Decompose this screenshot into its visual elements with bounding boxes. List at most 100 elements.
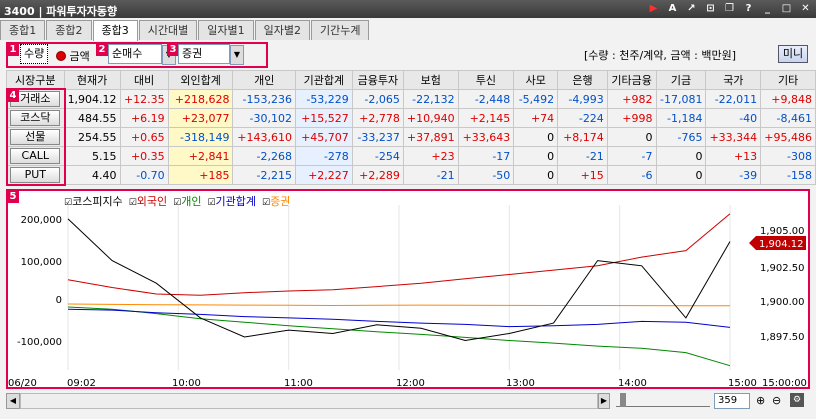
table-cell: 0 bbox=[513, 127, 559, 147]
scroll-right-button[interactable]: ▶ bbox=[598, 393, 610, 409]
help-icon[interactable]: ? bbox=[742, 2, 755, 15]
table-row[interactable]: CALL 5.15 +0.35 +2,841 -2,268 -278 -254 +23 -17 0… bbox=[6, 146, 816, 166]
table-cell: +15 bbox=[557, 165, 608, 185]
zoom-out-icon[interactable]: ⊖ bbox=[772, 394, 781, 407]
marker-5: 5 bbox=[7, 191, 19, 203]
tab-by-date1[interactable]: 일자별1 bbox=[198, 20, 254, 40]
table-cell: +33,643 bbox=[457, 127, 515, 147]
table-cell: +33,344 bbox=[705, 127, 762, 147]
table-cell: +45,707 bbox=[294, 127, 353, 147]
scroll-left-button[interactable]: ◀ bbox=[6, 393, 20, 409]
quantity-toggle[interactable]: 수량 bbox=[20, 44, 49, 64]
tab-by-time[interactable]: 시간대별 bbox=[138, 20, 198, 40]
chevron-down-icon[interactable]: ▼ bbox=[230, 45, 244, 65]
font-icon[interactable]: A bbox=[666, 2, 679, 15]
radio-icon[interactable] bbox=[56, 51, 66, 61]
zoom-slider-thumb[interactable] bbox=[620, 393, 626, 407]
table-cell: -5,492 bbox=[513, 89, 559, 109]
table-cell: +37,891 bbox=[402, 127, 459, 147]
table-cell: +2,778 bbox=[351, 108, 404, 128]
table-cell: -318,149 bbox=[167, 127, 234, 147]
investor-value[interactable]: 증권 bbox=[178, 44, 230, 64]
table-cell: -21 bbox=[557, 146, 608, 166]
legend-kospi-label: 코스피지수 bbox=[72, 195, 123, 208]
table-cell: +0.35 bbox=[119, 146, 169, 166]
marker-1: 1 bbox=[7, 44, 19, 56]
col-insurance: 보험 bbox=[402, 70, 459, 90]
zoom-in-icon[interactable]: ⊕ bbox=[756, 394, 765, 407]
unit-note: [수량 : 천주/계약, 금액 : 백만원] bbox=[584, 49, 736, 62]
table-cell: +0.65 bbox=[119, 127, 169, 147]
col-nation: 국가 bbox=[705, 70, 762, 90]
settings-icon[interactable]: ⚙ bbox=[790, 393, 804, 407]
net-buy-select[interactable]: 순매수▼ bbox=[108, 44, 176, 65]
table-cell: -1,184 bbox=[655, 108, 707, 128]
col-trust: 투신 bbox=[457, 70, 515, 90]
checkbox-icon[interactable]: ☑ bbox=[207, 198, 215, 208]
table-cell: -8,461 bbox=[760, 108, 816, 128]
net-buy-value[interactable]: 순매수 bbox=[108, 44, 162, 64]
col-bank: 은행 bbox=[557, 70, 608, 90]
table-cell: +6.19 bbox=[119, 108, 169, 128]
tab-summary2[interactable]: 종합2 bbox=[46, 20, 92, 40]
close-icon[interactable]: ✕ bbox=[799, 2, 812, 15]
table-cell: -2,268 bbox=[232, 146, 296, 166]
legend-sec[interactable]: ☑증권 bbox=[262, 193, 290, 209]
legend-kospi[interactable]: ☑코스피지수 bbox=[64, 193, 123, 209]
legend-inst-label: 기관합계 bbox=[215, 195, 257, 208]
table-cell: -22,132 bbox=[402, 89, 459, 109]
table-cell: -17 bbox=[457, 146, 515, 166]
marker-2: 2 bbox=[96, 44, 108, 56]
zoom-slider[interactable] bbox=[616, 395, 710, 407]
tab-bar: 종합1 종합2 종합3 시간대별 일자별1 일자별2 기간누계 bbox=[0, 20, 370, 41]
table-cell: -308 bbox=[760, 146, 816, 166]
table-header-row: 시장구분 현재가 대비 외인합계 개인 기관합계 금융투자 보험 투신 사모 은… bbox=[6, 70, 816, 90]
table-cell: 0 bbox=[655, 165, 707, 185]
tab-summary1[interactable]: 종합1 bbox=[0, 20, 46, 40]
tab-period-total[interactable]: 기간누계 bbox=[310, 20, 370, 40]
mini-button[interactable]: 미니 bbox=[778, 45, 808, 63]
table-cell: -53,229 bbox=[294, 89, 353, 109]
count-input[interactable]: 359 bbox=[714, 393, 750, 409]
amount-radio[interactable]: 금액 bbox=[56, 48, 90, 68]
table-cell: +143,610 bbox=[232, 127, 296, 147]
table-cell: -17,081 bbox=[655, 89, 707, 109]
table-row[interactable]: 코스닥 484.55 +6.19 +23,077 -30,102 +15,527 +2,77… bbox=[6, 108, 816, 128]
table-cell: +2,841 bbox=[167, 146, 234, 166]
tab-by-date2[interactable]: 일자별2 bbox=[254, 20, 310, 40]
table-cell: 1,904.12 bbox=[63, 89, 121, 109]
market-frame bbox=[6, 88, 66, 186]
legend-individual[interactable]: ☑개인 bbox=[173, 193, 201, 209]
maximize-icon[interactable]: □ bbox=[780, 2, 793, 15]
pin-icon[interactable]: ⊡ bbox=[704, 2, 717, 15]
investor-table: 시장구분 현재가 대비 외인합계 개인 기관합계 금융투자 보험 투신 사모 은… bbox=[6, 70, 816, 185]
quantity-label[interactable]: 수량 bbox=[20, 44, 49, 64]
table-cell: +2,227 bbox=[294, 165, 353, 185]
table-row[interactable]: 거래소 1,904.12 +12.35 +218,628 -153,236 -53,229… bbox=[6, 89, 816, 109]
legend-inst[interactable]: ☑기관합계 bbox=[207, 193, 256, 209]
chart-panel bbox=[6, 189, 810, 389]
checkbox-icon[interactable]: ☑ bbox=[173, 198, 181, 208]
link-icon[interactable]: ↗ bbox=[685, 2, 698, 15]
table-cell: -2,448 bbox=[457, 89, 515, 109]
checkbox-icon[interactable]: ☑ bbox=[64, 198, 72, 208]
col-change: 대비 bbox=[119, 70, 169, 90]
col-other: 기타 bbox=[760, 70, 816, 90]
legend-foreign[interactable]: ☑외국인 bbox=[129, 193, 167, 209]
table-cell: -7 bbox=[606, 146, 657, 166]
investor-select[interactable]: 증권 ▼ bbox=[178, 44, 244, 65]
table-cell: -2,065 bbox=[351, 89, 404, 109]
table-cell: 484.55 bbox=[63, 108, 121, 128]
horizontal-scrollbar[interactable] bbox=[20, 393, 598, 409]
play-icon[interactable]: ▶ bbox=[647, 2, 660, 15]
tab-summary3[interactable]: 종합3 bbox=[92, 20, 138, 41]
table-row[interactable]: 선물 254.55 +0.65 -318,149 +143,610 +45,707 -33,… bbox=[6, 127, 816, 147]
table-row[interactable]: PUT 4.40 -0.70 +185 -2,215 +2,227 +2,289 -21 -50… bbox=[6, 165, 816, 185]
restore-icon[interactable]: ❐ bbox=[723, 2, 736, 15]
checkbox-icon[interactable]: ☑ bbox=[262, 198, 270, 208]
table-cell: -21 bbox=[402, 165, 459, 185]
minimize-icon[interactable]: _ bbox=[761, 2, 774, 15]
col-foreign: 외인합계 bbox=[167, 70, 234, 90]
table-cell: -4,993 bbox=[557, 89, 608, 109]
checkbox-icon[interactable]: ☑ bbox=[129, 198, 137, 208]
